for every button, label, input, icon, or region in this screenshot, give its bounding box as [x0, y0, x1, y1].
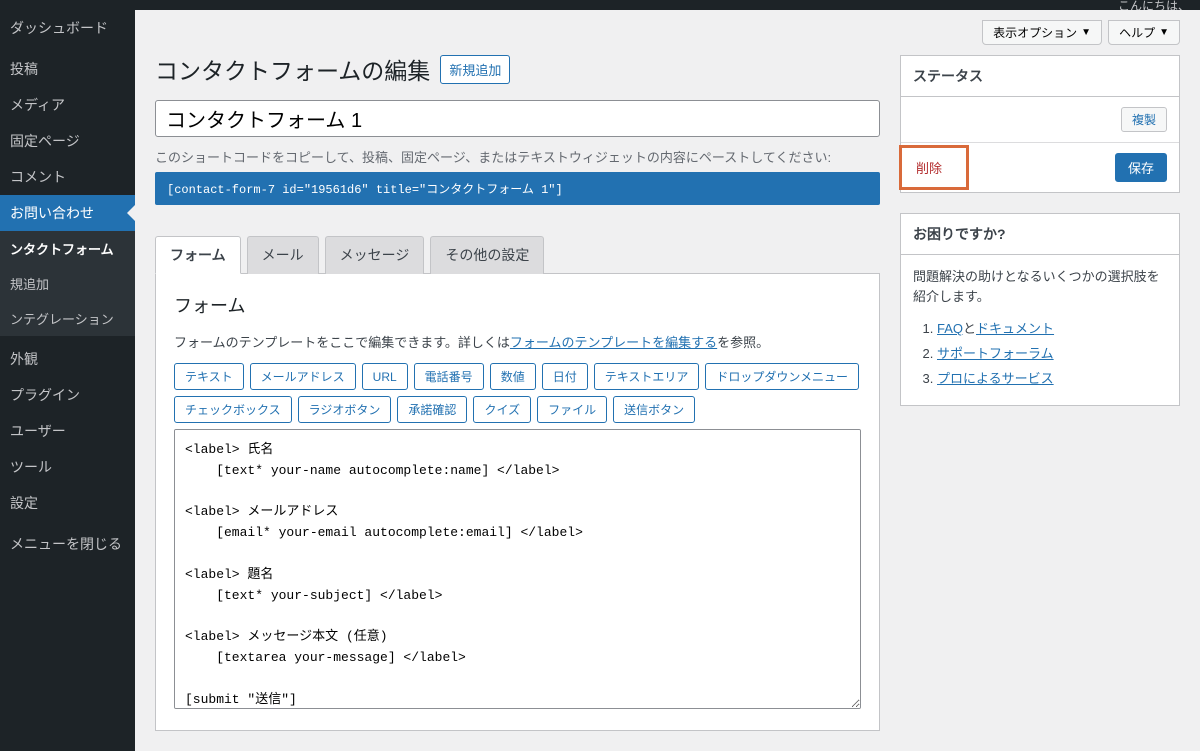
pro-service-link[interactable]: プロによるサービス: [937, 371, 1054, 386]
editor-tabs: フォーム メール メッセージ その他の設定: [155, 235, 880, 274]
shortcode-display[interactable]: [contact-form-7 id="19561d6" title="コンタク…: [155, 172, 880, 205]
sidebar-item-pages[interactable]: 固定ページ: [0, 123, 135, 159]
chevron-down-icon: ▼: [1081, 27, 1091, 38]
template-doc-link[interactable]: フォームのテンプレートを編集する: [510, 335, 717, 350]
screen-options-button[interactable]: 表示オプション ▼: [982, 20, 1102, 45]
help-title: お困りですか?: [901, 214, 1179, 255]
help-metabox: お困りですか? 問題解決の助けとなるいくつかの選択肢を紹介します。 FAQとドキ…: [900, 213, 1180, 406]
tag-gen-クイズ[interactable]: クイズ: [473, 396, 531, 423]
submenu-contact-forms[interactable]: ンタクトフォーム: [0, 231, 135, 266]
form-panel-heading: フォーム: [174, 292, 861, 318]
tag-gen-ラジオボタン[interactable]: ラジオボタン: [298, 396, 392, 423]
docs-link[interactable]: ドキュメント: [976, 321, 1054, 336]
sidebar-item-contact[interactable]: お問い合わせ: [0, 195, 135, 231]
page-heading: コンタクトフォームの編集 新規追加: [155, 52, 880, 86]
submenu-add-new[interactable]: 規追加: [0, 266, 135, 301]
add-new-button[interactable]: 新規追加: [440, 55, 510, 84]
tag-generator-row-1: テキストメールアドレスURL電話番号数値日付テキストエリアドロップダウンメニュー: [174, 363, 861, 390]
tag-gen-チェックボックス[interactable]: チェックボックス: [174, 396, 292, 423]
sidebar-item-media[interactable]: メディア: [0, 87, 135, 123]
tag-gen-テキスト[interactable]: テキスト: [174, 363, 244, 390]
sidebar-item-dashboard[interactable]: ダッシュボード: [0, 10, 135, 46]
status-title: ステータス: [901, 56, 1179, 97]
chevron-down-icon: ▼: [1159, 27, 1169, 38]
sidebar-item-comments[interactable]: コメント: [0, 159, 135, 195]
tab-messages[interactable]: メッセージ: [325, 236, 425, 274]
help-intro: 問題解決の助けとなるいくつかの選択肢を紹介します。: [913, 267, 1167, 306]
submenu-integration[interactable]: ンテグレーション: [0, 301, 135, 336]
tab-mail[interactable]: メール: [247, 236, 319, 274]
tag-gen-ドロップダウンメニュー[interactable]: ドロップダウンメニュー: [705, 363, 859, 390]
admin-sidebar: ダッシュボード 投稿 メディア 固定ページ コメント お問い合わせ ンタクトフォ…: [0, 10, 135, 751]
tag-gen-URL[interactable]: URL: [362, 363, 408, 390]
sidebar-item-users[interactable]: ユーザー: [0, 413, 135, 449]
sidebar-item-plugins[interactable]: プラグイン: [0, 377, 135, 413]
sidebar-item-tools[interactable]: ツール: [0, 449, 135, 485]
tag-gen-メールアドレス[interactable]: メールアドレス: [250, 363, 356, 390]
form-template-textarea[interactable]: [174, 429, 861, 709]
tag-gen-テキストエリア[interactable]: テキストエリア: [594, 363, 700, 390]
sidebar-item-appearance[interactable]: 外観: [0, 341, 135, 377]
help-list: FAQとドキュメント サポートフォーラム プロによるサービス: [913, 318, 1167, 387]
form-panel-desc: フォームのテンプレートをここで編集できます。詳しくはフォームのテンプレートを編集…: [174, 332, 861, 351]
help-button[interactable]: ヘルプ ▼: [1108, 20, 1180, 45]
save-button[interactable]: 保存: [1115, 153, 1167, 182]
shortcode-help-text: このショートコードをコピーして、投稿、固定ページ、またはテキストウィジェットの内…: [155, 147, 880, 166]
faq-link[interactable]: FAQ: [937, 321, 963, 336]
tag-generator-row-2: チェックボックスラジオボタン承諾確認クイズファイル送信ボタン: [174, 396, 861, 423]
status-metabox: ステータス 複製 削除 保存: [900, 55, 1180, 193]
page-title: コンタクトフォームの編集: [155, 52, 430, 86]
tab-form[interactable]: フォーム: [155, 236, 241, 274]
sidebar-item-posts[interactable]: 投稿: [0, 51, 135, 87]
support-forum-link[interactable]: サポートフォーラム: [937, 346, 1054, 361]
tag-gen-数値[interactable]: 数値: [490, 363, 536, 390]
tag-gen-送信ボタン[interactable]: 送信ボタン: [613, 396, 695, 423]
tag-gen-ファイル[interactable]: ファイル: [537, 396, 607, 423]
admin-toolbar: こんにちは、: [0, 0, 1200, 10]
tag-gen-電話番号[interactable]: 電話番号: [414, 363, 484, 390]
tag-gen-承諾確認[interactable]: 承諾確認: [397, 396, 467, 423]
help-faq-item: FAQとドキュメント: [937, 318, 1167, 337]
sidebar-item-settings[interactable]: 設定: [0, 485, 135, 521]
adminbar-right: こんにちは、: [1118, 0, 1190, 10]
greeting-text: こんにちは、: [1118, 0, 1190, 10]
tab-additional[interactable]: その他の設定: [430, 236, 544, 274]
tag-gen-日付[interactable]: 日付: [542, 363, 588, 390]
sidebar-submenu: ンタクトフォーム 規追加 ンテグレーション: [0, 231, 135, 336]
delete-link[interactable]: 削除: [899, 145, 969, 190]
duplicate-button[interactable]: 複製: [1121, 107, 1167, 132]
sidebar-item-collapse[interactable]: メニューを閉じる: [0, 526, 135, 562]
form-panel: フォーム フォームのテンプレートをここで編集できます。詳しくはフォームのテンプレ…: [155, 274, 880, 731]
form-title-input[interactable]: [155, 100, 880, 137]
